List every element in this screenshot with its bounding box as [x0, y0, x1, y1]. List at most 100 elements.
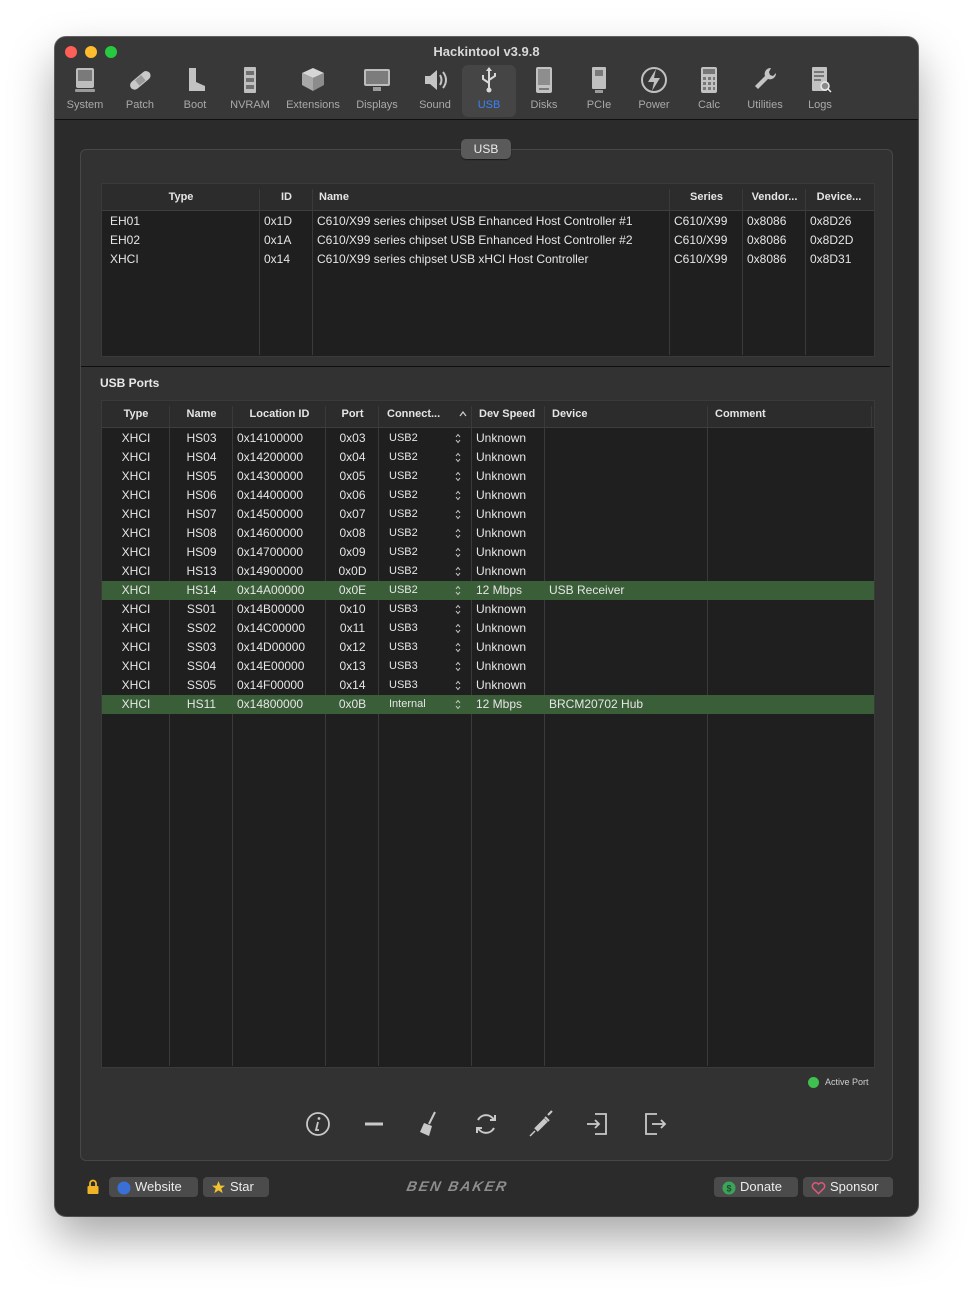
toolbar-item-power[interactable]: Power [629, 65, 679, 117]
port-row[interactable]: XHCI HS05 0x14300000 0x05 USB2 Unknown [102, 467, 874, 486]
syringe-inject-icon[interactable] [527, 1109, 557, 1139]
controller-row[interactable]: EH01 0x1D C610/X99 series chipset USB Enha… [102, 212, 874, 231]
action-bar [55, 1109, 918, 1139]
toolbar-item-boot[interactable]: Boot [170, 65, 220, 117]
column-header-dev-speed[interactable]: Dev Speed [473, 401, 546, 427]
column-header-port[interactable]: Port [326, 401, 379, 427]
heart-icon [811, 1181, 826, 1195]
port-cell: 0x14A00000 [237, 583, 305, 597]
column-header-series[interactable]: Series [670, 184, 743, 210]
toolbar-label: Patch [125, 99, 155, 111]
port-cell[interactable] [708, 695, 872, 714]
port-row[interactable]: XHCI SS05 0x14F00000 0x14 USB3 Unknown [102, 676, 874, 695]
port-row[interactable]: XHCI HS13 0x14900000 0x0D USB2 Unknown [102, 562, 874, 581]
column-header-type[interactable]: Type [102, 401, 170, 427]
port-row[interactable]: XHCI HS09 0x14700000 0x09 USB2 Unknown [102, 543, 874, 562]
info-icon[interactable] [303, 1109, 333, 1139]
port-row[interactable]: XHCI HS11 0x14800000 0x0B Internal 12 Mbps BRC… [102, 695, 874, 714]
panel-tab-usb[interactable]: USB [461, 139, 511, 159]
port-row[interactable]: XHCI HS07 0x14500000 0x07 USB2 Unknown [102, 505, 874, 524]
lock-icon[interactable] [86, 1179, 100, 1195]
controller-cell: C610/X99 series chipset USB Enhanced Hos… [317, 214, 633, 228]
port-row[interactable]: XHCI HS06 0x14400000 0x06 USB2 Unknown [102, 486, 874, 505]
refresh-icon[interactable] [471, 1109, 501, 1139]
column-header-location-id[interactable]: Location ID [233, 401, 326, 427]
toolbar-item-logs[interactable]: Logs [795, 65, 845, 117]
toolbar-item-calc[interactable]: Calc [684, 65, 734, 117]
usb-ports-label: USB Ports [100, 376, 160, 390]
toolbar-item-pcie[interactable]: PCIe [574, 65, 624, 117]
toolbar-item-utilities[interactable]: Utilities [740, 65, 790, 117]
port-row[interactable]: XHCI SS02 0x14C00000 0x11 USB3 Unknown [102, 619, 874, 638]
controller-cell: 0x1D [264, 214, 293, 228]
column-header-device[interactable]: Device [546, 401, 709, 427]
toolbar-item-nvram[interactable]: NVRAM [225, 65, 275, 117]
port-cell: HS03 [186, 431, 217, 445]
column-header-vendor[interactable]: Vendor... [743, 184, 806, 210]
column-header-name[interactable]: Name [170, 401, 233, 427]
column-header-type[interactable]: Type [102, 184, 260, 210]
port-row[interactable]: XHCI HS08 0x14600000 0x08 USB2 Unknown [102, 524, 874, 543]
remove-icon[interactable] [359, 1109, 389, 1139]
export-icon[interactable] [639, 1109, 669, 1139]
port-cell[interactable] [708, 638, 872, 657]
port-cell[interactable] [708, 581, 872, 600]
broom-clear-icon[interactable] [415, 1109, 445, 1139]
port-cell: XHCI [121, 545, 151, 559]
toolbar-item-system[interactable]: System [60, 65, 110, 117]
toolbar-item-displays[interactable]: Displays [352, 65, 402, 117]
port-cell [545, 429, 708, 448]
website-label: Website [135, 1179, 182, 1194]
column-header-comment[interactable]: Comment [709, 401, 872, 427]
port-cell[interactable] [708, 600, 872, 619]
toolbar-item-extensions[interactable]: Extensions [281, 65, 345, 117]
port-cell[interactable] [708, 543, 872, 562]
memory-icon [244, 67, 256, 93]
toolbar-label: Logs [808, 99, 832, 111]
column-header-connector[interactable]: Connect... [379, 401, 459, 427]
port-cell[interactable] [708, 429, 872, 448]
port-row[interactable]: XHCI SS01 0x14B00000 0x10 USB3 Unknown [102, 600, 874, 619]
port-row[interactable]: XHCI HS03 0x14100000 0x03 USB2 Unknown [102, 429, 874, 448]
controller-row[interactable]: XHCI 0x14 C610/X99 series chipset USB xHCI… [102, 250, 874, 269]
toolbar-item-usb[interactable]: USB [462, 65, 516, 117]
column-header-id[interactable]: ID [260, 184, 313, 210]
toolbar-item-sound[interactable]: Sound [410, 65, 460, 117]
port-cell [545, 505, 708, 524]
star-button[interactable]: Star [203, 1177, 269, 1197]
website-button[interactable]: Website [109, 1177, 198, 1197]
port-cell[interactable] [708, 619, 872, 638]
port-row[interactable]: XHCI HS14 0x14A00000 0x0E USB2 12 Mbps USB Rec… [102, 581, 874, 600]
port-cell: 0x14E00000 [237, 659, 305, 673]
port-cell[interactable] [708, 562, 872, 581]
port-cell[interactable] [708, 524, 872, 543]
column-header-device[interactable]: Device... [806, 184, 872, 210]
port-cell[interactable] [708, 505, 872, 524]
port-cell[interactable] [708, 448, 872, 467]
port-cell: XHCI [121, 469, 151, 483]
sponsor-button[interactable]: Sponsor [803, 1177, 893, 1197]
port-cell: XHCI [121, 583, 151, 597]
port-row[interactable]: XHCI HS04 0x14200000 0x04 USB2 Unknown [102, 448, 874, 467]
port-cell: Unknown [476, 526, 527, 540]
controller-row[interactable]: EH02 0x1A C610/X99 series chipset USB Enha… [102, 231, 874, 250]
donate-button[interactable]: $ Donate [714, 1177, 798, 1197]
controllers-table-header: Type ID Name Series Vendor... Device... [102, 184, 874, 211]
controller-cell: XHCI [110, 252, 139, 266]
app-window: Hackintool v3.9.8 System Patch Boot NVRA… [55, 37, 918, 1216]
port-cell: 0x06 [339, 488, 366, 502]
usb-icon [482, 67, 496, 93]
port-cell[interactable] [708, 467, 872, 486]
import-icon[interactable] [583, 1109, 613, 1139]
toolbar-item-patch[interactable]: Patch [115, 65, 165, 117]
port-cell[interactable] [708, 657, 872, 676]
port-cell[interactable] [708, 676, 872, 695]
port-cell: Unknown [476, 488, 527, 502]
port-cell: 0x03 [339, 431, 366, 445]
column-header-name[interactable]: Name [313, 184, 670, 210]
port-row[interactable]: XHCI SS04 0x14E00000 0x13 USB3 Unknown [102, 657, 874, 676]
port-cell[interactable] [708, 486, 872, 505]
port-cell: 0x0B [338, 697, 367, 711]
toolbar-item-disks[interactable]: Disks [519, 65, 569, 117]
port-row[interactable]: XHCI SS03 0x14D00000 0x12 USB3 Unknown [102, 638, 874, 657]
